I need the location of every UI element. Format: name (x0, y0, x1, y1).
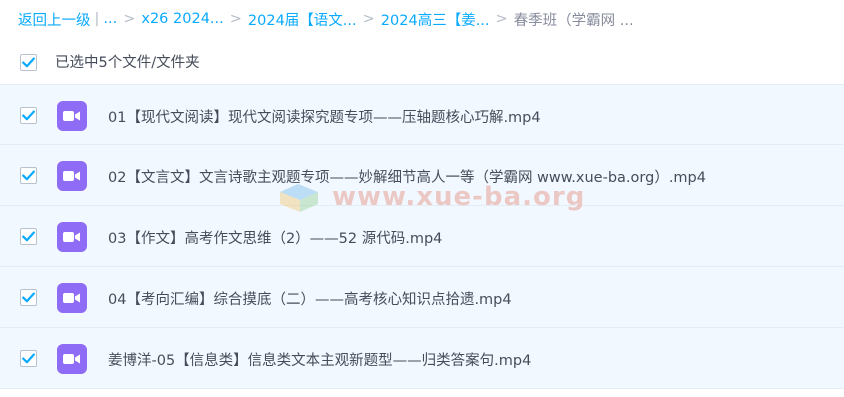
check-icon (22, 231, 35, 242)
breadcrumb-divider: | (94, 11, 100, 27)
breadcrumb-separator: > (123, 11, 136, 27)
file-row[interactable]: 04【考向汇编】综合摸底（二）——高考核心知识点拾遗.mp4 (0, 267, 844, 328)
breadcrumb-item[interactable]: x26 2024... (141, 11, 223, 27)
selection-bar: 已选中5个文件/文件夹 (0, 42, 844, 80)
file-name[interactable]: 姜博洋-05【信息类】信息类文本主观新题型——归类答案句.mp4 (108, 349, 531, 370)
check-icon (22, 57, 35, 68)
breadcrumb: 返回上一级 | ... > x26 2024... > 2024届【语文... … (0, 0, 844, 38)
breadcrumb-current: 春季班（学霸网 ... (513, 12, 634, 29)
file-row[interactable]: 01【现代文阅读】现代文阅读探究题专项——压轴题核心巧解.mp4 (0, 84, 844, 145)
video-file-icon (57, 344, 87, 374)
check-icon (22, 110, 35, 121)
video-file-icon (57, 161, 87, 191)
file-list: 01【现代文阅读】现代文阅读探究题专项——压轴题核心巧解.mp4 02【文言文】… (0, 84, 844, 389)
breadcrumb-separator: > (495, 11, 508, 27)
file-checkbox[interactable] (20, 107, 37, 124)
file-checkbox[interactable] (20, 350, 37, 367)
back-link[interactable]: 返回上一级 (18, 9, 91, 30)
check-icon (22, 353, 35, 364)
breadcrumb-separator: > (362, 11, 375, 27)
video-file-icon (57, 101, 87, 131)
file-row[interactable]: 姜博洋-05【信息类】信息类文本主观新题型——归类答案句.mp4 (0, 328, 844, 389)
file-name[interactable]: 04【考向汇编】综合摸底（二）——高考核心知识点拾遗.mp4 (108, 288, 512, 309)
video-file-icon (57, 222, 87, 252)
file-checkbox[interactable] (20, 167, 37, 184)
file-checkbox[interactable] (20, 289, 37, 306)
file-name[interactable]: 03【作文】高考作文思维（2）——52 源代码.mp4 (108, 227, 442, 248)
select-all-checkbox[interactable] (20, 54, 37, 71)
file-name[interactable]: 02【文言文】文言诗歌主观题专项——妙解细节高人一等（学霸网 www.xue-b… (108, 166, 706, 187)
selection-count-text: 已选中5个文件/文件夹 (55, 55, 200, 71)
breadcrumb-item[interactable]: 2024届【语文... (248, 9, 357, 30)
breadcrumb-ellipsis[interactable]: ... (103, 11, 117, 27)
check-icon (22, 292, 35, 303)
file-checkbox[interactable] (20, 228, 37, 245)
breadcrumb-separator: > (229, 11, 242, 27)
file-name[interactable]: 01【现代文阅读】现代文阅读探究题专项——压轴题核心巧解.mp4 (108, 106, 541, 127)
check-icon (22, 170, 35, 181)
file-row[interactable]: 02【文言文】文言诗歌主观题专项——妙解细节高人一等（学霸网 www.xue-b… (0, 145, 844, 206)
file-row[interactable]: 03【作文】高考作文思维（2）——52 源代码.mp4 (0, 206, 844, 267)
breadcrumb-item[interactable]: 2024高三【姜... (381, 9, 490, 30)
video-file-icon (57, 283, 87, 313)
